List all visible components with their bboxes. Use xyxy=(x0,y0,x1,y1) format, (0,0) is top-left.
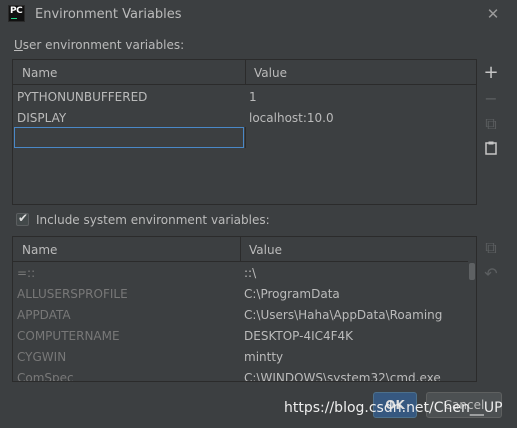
system-header-value[interactable]: Value xyxy=(249,243,282,257)
app-icon-bar xyxy=(11,18,17,19)
window-title: Environment Variables xyxy=(35,7,182,22)
table-row[interactable]: COMPUTERNAME DESKTOP-4IC4F4K xyxy=(13,325,468,346)
close-icon[interactable]: ✕ xyxy=(484,5,502,23)
table-row[interactable]: CYGWIN mintty xyxy=(13,346,468,367)
copy-icon[interactable]: ⧉ xyxy=(481,114,501,134)
remove-icon[interactable]: − xyxy=(481,89,501,109)
env-var-name[interactable]: PYTHONUNBUFFERED xyxy=(17,90,147,104)
sys-var-value[interactable]: C:\ProgramData xyxy=(244,287,340,301)
sys-var-value[interactable]: C:\WINDOWS\system32\cmd.exe xyxy=(244,371,441,381)
user-table-header: Name Value xyxy=(13,60,476,85)
system-header-name[interactable]: Name xyxy=(22,243,57,257)
table-row[interactable]: ComSpec C:\WINDOWS\system32\cmd.exe xyxy=(13,367,468,381)
table-row-editing[interactable] xyxy=(13,127,476,148)
include-system-label-text: nclude system environment variables: xyxy=(39,213,270,227)
include-system-checkbox[interactable]: ✔ xyxy=(16,211,29,226)
sys-var-name[interactable]: CYGWIN xyxy=(17,350,66,364)
app-icon-letters: PC xyxy=(10,6,23,16)
checkmark-icon: ✔ xyxy=(18,211,29,225)
user-env-table: Name Value PYTHONUNBUFFERED 1 DISPLAY lo… xyxy=(12,59,477,205)
include-system-label[interactable]: Include system environment variables: xyxy=(36,213,270,227)
clipboard-icon xyxy=(485,141,497,155)
vertical-scrollbar[interactable] xyxy=(468,262,476,381)
user-env-label-mnemonic: U xyxy=(14,38,23,52)
title-bar: PC Environment Variables ✕ xyxy=(0,0,517,30)
table-row[interactable]: APPDATA C:\Users\Haha\AppData\Roaming xyxy=(13,304,468,325)
column-divider[interactable] xyxy=(245,60,246,85)
sys-var-name[interactable]: COMPUTERNAME xyxy=(17,329,120,343)
table-row[interactable]: DISPLAY localhost:10.0 xyxy=(13,107,476,128)
scrollbar-thumb[interactable] xyxy=(469,263,475,280)
env-var-name[interactable]: DISPLAY xyxy=(17,111,66,125)
user-header-value[interactable]: Value xyxy=(254,66,287,80)
watermark-text: https://blog.csdn.net/Chen__UP xyxy=(284,400,503,416)
sys-var-name[interactable]: APPDATA xyxy=(17,308,71,322)
sys-var-name[interactable]: =:: xyxy=(17,266,35,280)
copy-icon[interactable]: ⧉ xyxy=(481,238,501,258)
new-var-name-input[interactable] xyxy=(14,127,244,148)
undo-icon[interactable]: ↶ xyxy=(481,264,501,284)
sys-var-name[interactable]: ComSpec xyxy=(17,371,74,381)
env-var-value[interactable]: localhost:10.0 xyxy=(249,111,334,125)
user-header-name[interactable]: Name xyxy=(22,66,57,80)
table-row[interactable]: =:: ::\ xyxy=(13,262,468,283)
column-divider xyxy=(245,127,246,148)
table-row[interactable]: ALLUSERSPROFILE C:\ProgramData xyxy=(13,283,468,304)
system-table-header: Name Value xyxy=(13,237,468,262)
user-env-label: User environment variables: xyxy=(14,38,184,52)
user-env-label-text: ser environment variables: xyxy=(22,38,185,52)
sys-var-value[interactable]: ::\ xyxy=(244,266,256,280)
system-env-table: Name Value =:: ::\ ALLUSERSPROFILE C:\Pr… xyxy=(12,236,477,382)
column-divider[interactable] xyxy=(240,237,241,262)
table-row[interactable]: PYTHONUNBUFFERED 1 xyxy=(13,86,476,107)
pycharm-app-icon: PC xyxy=(8,5,25,22)
sys-var-value[interactable]: DESKTOP-4IC4F4K xyxy=(244,329,353,343)
sys-var-value[interactable]: C:\Users\Haha\AppData\Roaming xyxy=(244,308,442,322)
env-var-value[interactable]: 1 xyxy=(249,90,257,104)
add-icon[interactable]: + xyxy=(481,63,501,83)
sys-var-name[interactable]: ALLUSERSPROFILE xyxy=(17,287,128,301)
sys-var-value[interactable]: mintty xyxy=(244,350,283,364)
paste-icon[interactable] xyxy=(481,140,501,160)
